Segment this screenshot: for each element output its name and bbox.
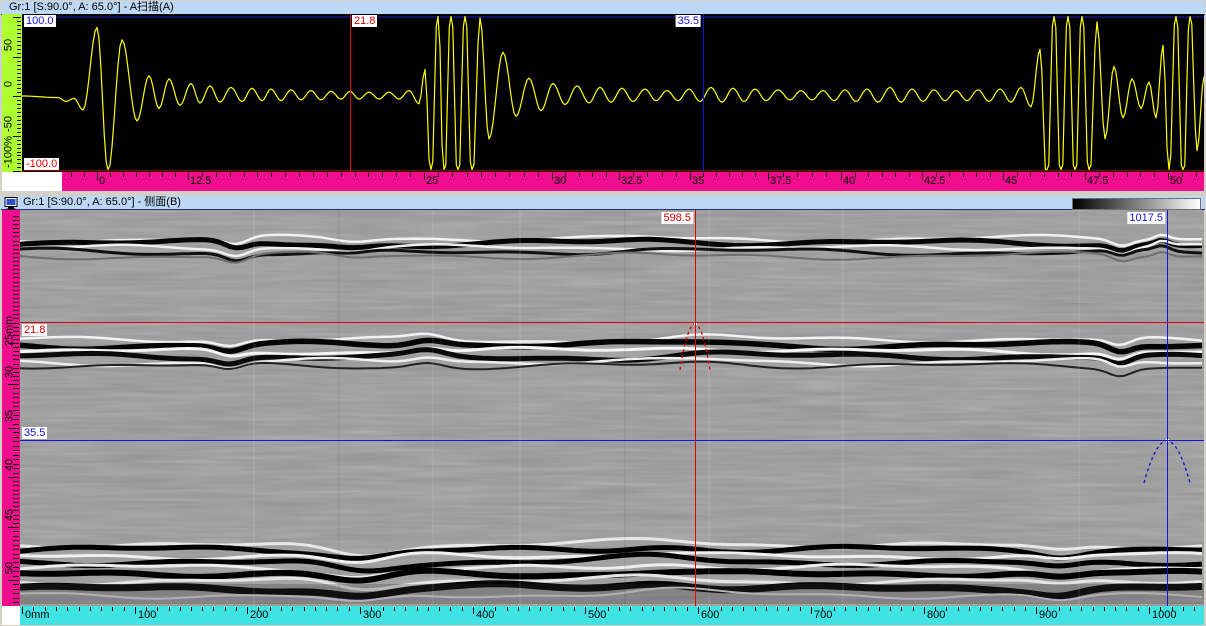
bscan-red-scan-cursor-label[interactable]: 598.5 xyxy=(661,212,693,224)
bscan-panel-icon xyxy=(4,197,20,210)
ascan-title: Gr:1 [S:90.0°, A: 65.0°] - A扫描(A) xyxy=(9,1,174,14)
ascan-waveform-canvas xyxy=(22,14,1204,172)
bscan-red-scan-cursor-line[interactable] xyxy=(695,210,696,606)
ascan-blue-cursor-label[interactable]: 35.5 xyxy=(676,15,701,27)
bscan-vertical-streak xyxy=(432,210,434,606)
bscan-vertical-streak xyxy=(624,210,626,606)
ut-analysis-window: Gr:1 [S:90.0°, A: 65.0°] - A扫描(A) Gr:1 [… xyxy=(0,0,1206,626)
bscan-ruler-corner xyxy=(2,606,20,625)
bscan-image-canvas xyxy=(20,210,1204,606)
bscan-vertical-streak xyxy=(708,210,710,606)
bscan-vertical-streak xyxy=(1078,210,1080,606)
bscan-vertical-streak xyxy=(842,210,844,606)
bscan-red-depth-cursor-label[interactable]: 21.8 xyxy=(22,324,47,336)
bscan-vertical-streak xyxy=(338,210,340,606)
ascan-amplitude-ruler xyxy=(2,14,22,172)
bscan-blue-scan-cursor-line[interactable] xyxy=(1167,210,1168,606)
bscan-vertical-streak xyxy=(253,210,255,606)
bscan-red-depth-cursor-line[interactable] xyxy=(20,322,1204,323)
ascan-titlebar[interactable]: Gr:1 [S:90.0°, A: 65.0°] - A扫描(A) xyxy=(1,1,1205,15)
ascan-plot[interactable] xyxy=(22,14,1204,172)
ascan-bottom-scale-label: -100.0 xyxy=(24,158,59,170)
ascan-red-cursor-label[interactable]: 21.8 xyxy=(352,15,377,27)
bscan-blue-depth-cursor-line[interactable] xyxy=(20,440,1204,441)
ascan-blue-cursor-line[interactable] xyxy=(703,14,704,172)
ascan-top-scale-label: 100.0 xyxy=(24,15,56,27)
ascan-waveform xyxy=(22,17,1204,170)
bscan-plot[interactable] xyxy=(20,210,1204,606)
bscan-dark-strip xyxy=(20,584,1204,604)
ascan-red-cursor-line[interactable] xyxy=(350,14,351,172)
bscan-blue-depth-cursor-label[interactable]: 35.5 xyxy=(22,427,47,439)
bscan-titlebar[interactable]: Gr:1 [S:90.0°, A: 65.0°] - 侧面(B) xyxy=(1,196,1205,210)
ascan-horizontal-ruler xyxy=(62,172,1204,191)
ascan-ruler-corner xyxy=(2,172,62,191)
bscan-title: Gr:1 [S:90.0°, A: 65.0°] - 侧面(B) xyxy=(23,196,181,209)
bscan-vertical-streak xyxy=(519,210,521,606)
bscan-blue-scan-cursor-label[interactable]: 1017.5 xyxy=(1127,212,1165,224)
bscan-depth-ruler xyxy=(2,210,20,606)
palette-gradient-bar xyxy=(1072,198,1201,210)
bscan-scan-ruler xyxy=(20,606,1204,625)
